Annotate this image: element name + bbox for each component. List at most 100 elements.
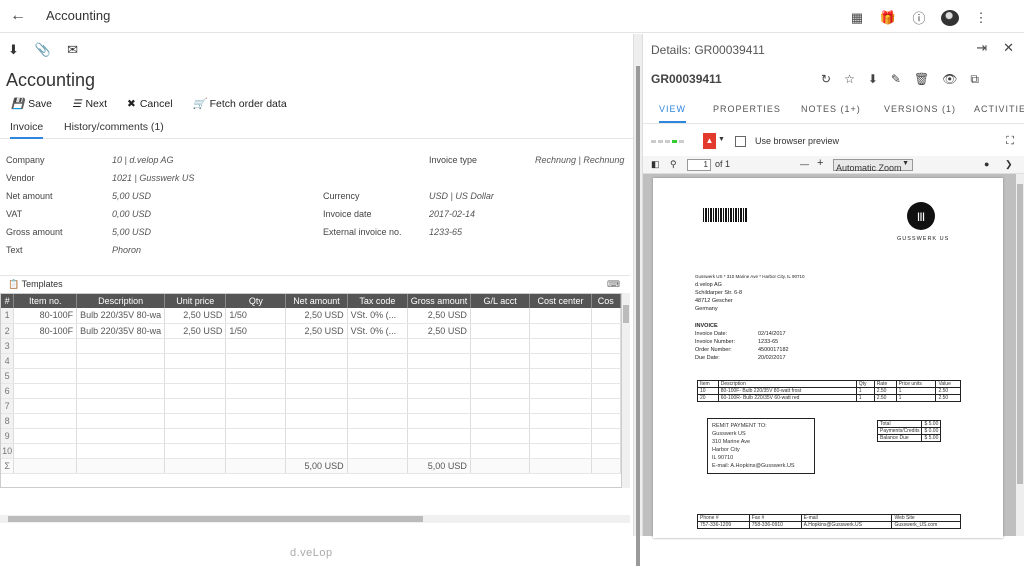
zoom-out-icon[interactable]: —: [800, 159, 809, 169]
tax-code-cell[interactable]: VSt. 0% (...: [347, 323, 409, 339]
pop-out-icon[interactable]: ⇥: [976, 40, 987, 56]
zoom-in-icon[interactable]: +: [817, 157, 823, 169]
unit-price-cell[interactable]: [164, 338, 227, 354]
description-cell[interactable]: Bulb 220/35V 80-wa: [76, 323, 166, 339]
qty-cell[interactable]: [225, 353, 287, 369]
pdf-viewer[interactable]: ||| GUSSWERK US Gusswerk US * 310 Marine…: [643, 174, 1016, 538]
currency-field[interactable]: USD | US Dollar: [429, 191, 494, 201]
invoice-date-field[interactable]: 2017-02-14: [429, 209, 475, 219]
net-amount-cell[interactable]: 2,50 USD: [285, 323, 348, 339]
tab-history[interactable]: History/comments (1): [64, 121, 164, 133]
tab-properties[interactable]: PROPERTIES: [713, 104, 781, 114]
cost-center-cell[interactable]: [529, 413, 592, 429]
cost-partial-cell[interactable]: [591, 338, 621, 354]
col-description[interactable]: Description: [76, 294, 166, 308]
mail-icon[interactable]: ✉: [67, 42, 78, 58]
gl-acct-cell[interactable]: [470, 353, 531, 369]
gross-amount-cell[interactable]: [407, 353, 471, 369]
net-amount-cell[interactable]: [285, 398, 348, 414]
description-cell[interactable]: [76, 413, 166, 429]
description-cell[interactable]: [76, 398, 166, 414]
unit-price-cell[interactable]: [164, 443, 227, 459]
gl-acct-cell[interactable]: [470, 413, 531, 429]
vendor-field[interactable]: 1021 | Gusswerk US: [112, 173, 194, 183]
splitter-scrollbar[interactable]: [636, 66, 640, 566]
unit-price-cell[interactable]: [164, 428, 227, 444]
col-cost-center[interactable]: Cost center: [529, 294, 592, 308]
avatar[interactable]: [941, 9, 959, 26]
search-icon[interactable]: ⚲: [670, 159, 677, 170]
item-no-cell[interactable]: 80-100F: [13, 308, 78, 324]
chevron-right-icon[interactable]: ❯: [1005, 159, 1013, 170]
qty-cell[interactable]: [225, 383, 287, 399]
unit-price-cell[interactable]: [164, 368, 227, 384]
delete-icon[interactable]: 🗑: [914, 72, 929, 87]
tax-code-cell[interactable]: [347, 383, 409, 399]
gross-amount-cell[interactable]: [407, 383, 471, 399]
tax-code-cell[interactable]: [347, 413, 409, 429]
cost-center-cell[interactable]: [529, 308, 592, 324]
cost-partial-cell[interactable]: [591, 428, 621, 444]
gl-acct-cell[interactable]: [470, 443, 531, 459]
copy-icon[interactable]: ⧉: [970, 72, 979, 87]
next-button[interactable]: ☰ Next: [72, 97, 107, 110]
table-row[interactable]: 10: [1, 443, 621, 459]
description-cell[interactable]: [76, 383, 166, 399]
back-arrow-icon[interactable]: ←: [10, 7, 26, 25]
star-icon[interactable]: ☆: [844, 72, 855, 87]
gl-acct-cell[interactable]: [470, 383, 531, 399]
col-net-amount[interactable]: Net amount: [285, 294, 348, 308]
pdf-scrollbar[interactable]: [1016, 174, 1024, 536]
cost-center-cell[interactable]: [529, 353, 592, 369]
col-qty[interactable]: Qty: [225, 294, 287, 308]
tab-view[interactable]: VIEW: [659, 104, 687, 123]
gl-acct-cell[interactable]: [470, 428, 531, 444]
invoice-type-field[interactable]: Rechnung | Rechnung: [535, 155, 624, 165]
gross-amount-field[interactable]: 5,00 USD: [112, 227, 151, 237]
table-row[interactable]: 6: [1, 383, 621, 399]
table-row[interactable]: 7: [1, 398, 621, 414]
qty-cell[interactable]: [225, 368, 287, 384]
description-cell[interactable]: [76, 443, 166, 459]
table-row[interactable]: 8: [1, 413, 621, 429]
description-cell[interactable]: [76, 428, 166, 444]
gross-amount-cell[interactable]: [407, 443, 471, 459]
text-field[interactable]: Phoron: [112, 245, 141, 255]
external-no-field[interactable]: 1233-65: [429, 227, 462, 237]
gl-acct-cell[interactable]: [470, 323, 531, 339]
tab-versions[interactable]: VERSIONS (1): [884, 104, 956, 114]
tax-code-cell[interactable]: [347, 368, 409, 384]
company-field[interactable]: 10 | d.velop AG: [112, 155, 174, 165]
save-button[interactable]: 💾 Save: [11, 97, 52, 111]
page-number-input[interactable]: 1: [687, 159, 711, 171]
unit-price-cell[interactable]: [164, 398, 227, 414]
cost-center-cell[interactable]: [529, 383, 592, 399]
qty-cell[interactable]: [225, 338, 287, 354]
unit-price-cell[interactable]: [164, 413, 227, 429]
net-amount-cell[interactable]: 2,50 USD: [285, 308, 348, 324]
net-amount-cell[interactable]: [285, 338, 348, 354]
cost-partial-cell[interactable]: [591, 383, 621, 399]
cost-center-cell[interactable]: [529, 443, 592, 459]
description-cell[interactable]: [76, 368, 166, 384]
item-no-cell[interactable]: [13, 338, 78, 354]
col-gross-amount[interactable]: Gross amount: [407, 294, 471, 308]
keyboard-icon[interactable]: ⌨: [607, 279, 620, 290]
cost-partial-cell[interactable]: [591, 368, 621, 384]
item-no-cell[interactable]: [13, 428, 78, 444]
item-no-cell[interactable]: 80-100F: [13, 323, 78, 339]
chevron-down-icon[interactable]: ▼: [718, 136, 725, 143]
browser-preview-checkbox[interactable]: [735, 136, 746, 147]
item-no-cell[interactable]: [13, 353, 78, 369]
gross-amount-cell[interactable]: 2,50 USD: [407, 323, 471, 339]
tax-code-cell[interactable]: [347, 353, 409, 369]
item-no-cell[interactable]: [13, 383, 78, 399]
cancel-button[interactable]: ✖ Cancel: [127, 97, 173, 110]
more-vert-icon[interactable]: ⋮: [972, 10, 990, 26]
gl-acct-cell[interactable]: [470, 308, 531, 324]
tax-code-cell[interactable]: [347, 398, 409, 414]
grid-horizontal-scrollbar[interactable]: [0, 515, 630, 523]
tab-notes[interactable]: NOTES (1+): [801, 104, 861, 114]
cost-partial-cell[interactable]: [591, 308, 621, 324]
help-icon[interactable]: ⓘ: [910, 8, 928, 27]
